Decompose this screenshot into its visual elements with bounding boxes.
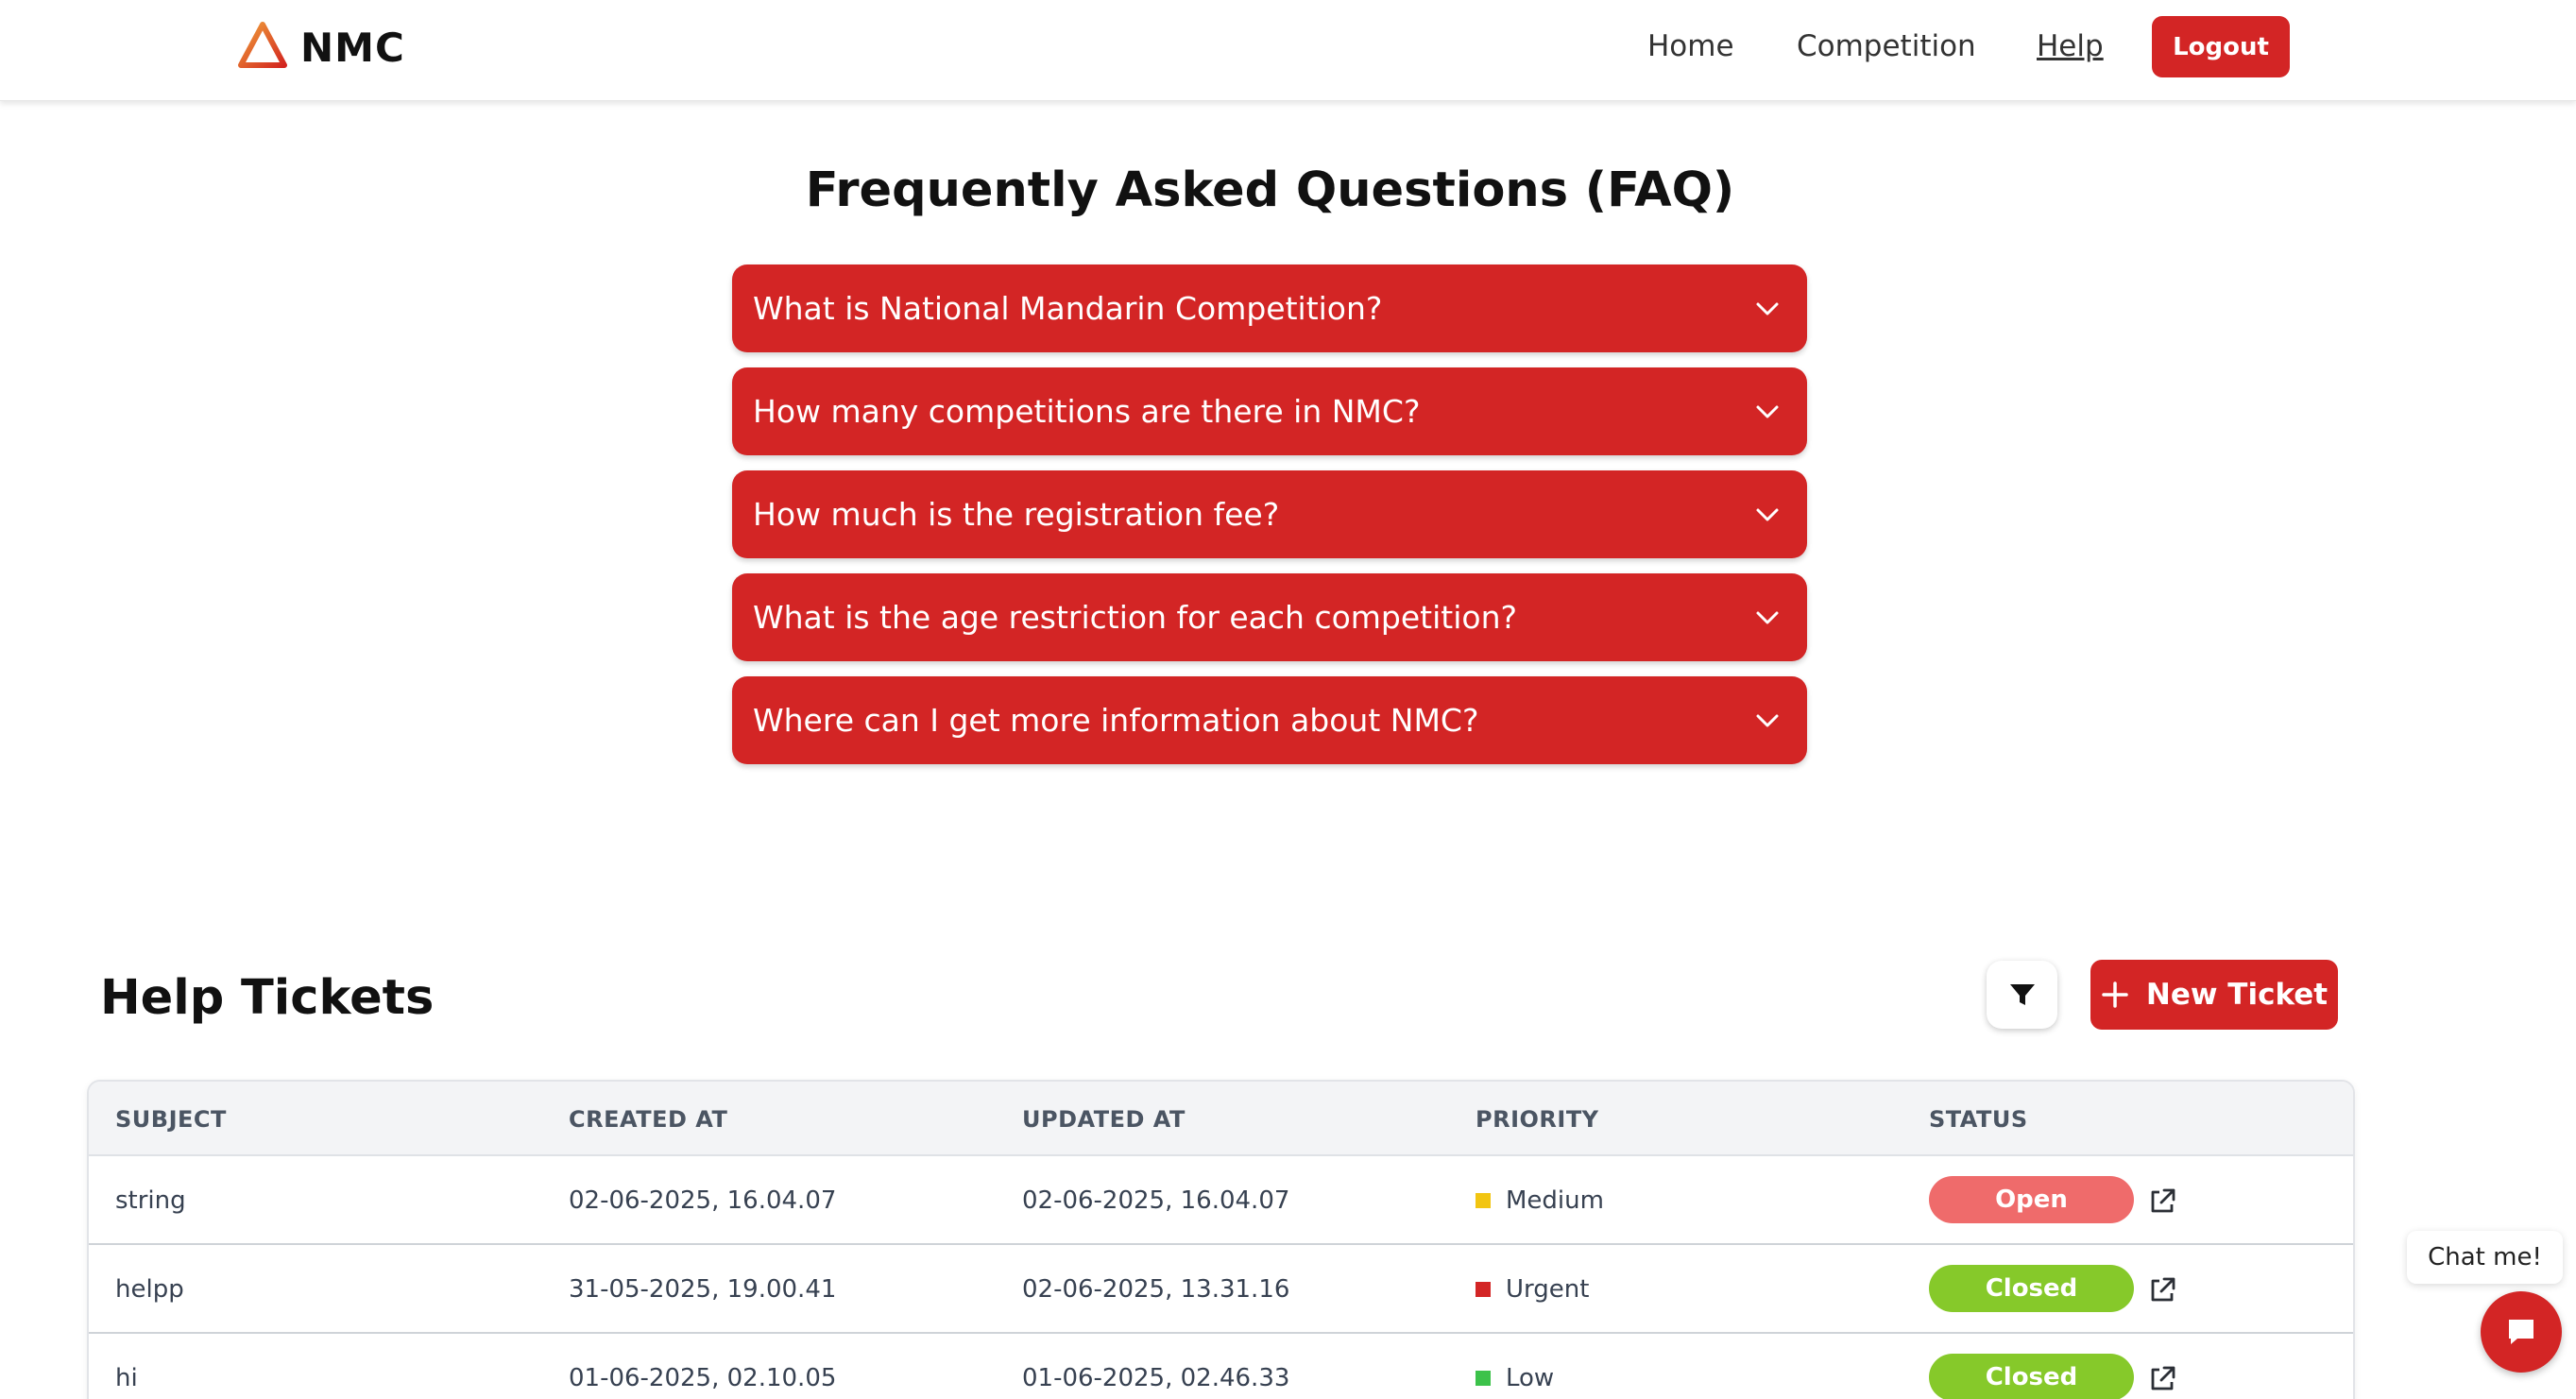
ticket-updated-at: 02-06-2025, 16.04.07 bbox=[1022, 1186, 1290, 1215]
new-ticket-label: New Ticket bbox=[2145, 978, 2329, 1012]
chat-label[interactable]: Chat me! bbox=[2407, 1231, 2563, 1284]
faq-question: What is the age restriction for each com… bbox=[753, 599, 1518, 636]
ticket-subject: string bbox=[115, 1186, 186, 1215]
chevron-down-icon bbox=[1756, 508, 1779, 520]
table-row[interactable]: helpp 31-05-2025, 19.00.41 02-06-2025, 1… bbox=[89, 1245, 2353, 1334]
faq-question: What is National Mandarin Competition? bbox=[753, 290, 1383, 327]
external-link-icon[interactable] bbox=[2146, 1274, 2178, 1306]
column-header-priority: PRIORITY bbox=[1476, 1106, 1599, 1133]
chat-bubble-icon bbox=[2509, 1320, 2533, 1344]
tickets-table: SUBJECT CREATED AT UPDATED AT PRIORITY S… bbox=[87, 1080, 2355, 1399]
priority-label: Medium bbox=[1506, 1186, 1604, 1215]
logout-button[interactable]: Logout bbox=[2152, 16, 2290, 77]
priority-label: Urgent bbox=[1506, 1275, 1590, 1304]
table-row[interactable]: string 02-06-2025, 16.04.07 02-06-2025, … bbox=[89, 1156, 2353, 1245]
brand-name: NMC bbox=[300, 24, 405, 71]
triangle-logo-icon bbox=[238, 21, 287, 74]
chevron-down-icon bbox=[1756, 302, 1779, 315]
faq-title: Frequently Asked Questions (FAQ) bbox=[805, 162, 1735, 218]
ticket-updated-at: 01-06-2025, 02.46.33 bbox=[1022, 1364, 1290, 1392]
priority-indicator bbox=[1476, 1193, 1491, 1208]
nav-competition-link[interactable]: Competition bbox=[1797, 29, 1976, 63]
ticket-created-at: 02-06-2025, 16.04.07 bbox=[569, 1186, 837, 1215]
nav-help-link[interactable]: Help bbox=[2037, 29, 2104, 63]
faq-question: Where can I get more information about N… bbox=[753, 702, 1479, 739]
priority-indicator bbox=[1476, 1282, 1491, 1297]
column-header-subject: SUBJECT bbox=[115, 1106, 227, 1133]
faq-item[interactable]: What is National Mandarin Competition? bbox=[732, 264, 1807, 352]
faq-item[interactable]: Where can I get more information about N… bbox=[732, 676, 1807, 764]
ticket-priority: Medium bbox=[1476, 1186, 1604, 1215]
ticket-subject: hi bbox=[115, 1364, 138, 1392]
ticket-updated-at: 02-06-2025, 13.31.16 bbox=[1022, 1275, 1290, 1304]
tickets-title: Help Tickets bbox=[100, 970, 435, 1026]
priority-indicator bbox=[1476, 1371, 1491, 1386]
ticket-priority: Urgent bbox=[1476, 1275, 1589, 1304]
faq-item[interactable]: How many competitions are there in NMC? bbox=[732, 367, 1807, 455]
faq-question: How much is the registration fee? bbox=[753, 496, 1280, 533]
column-header-updated-at: UPDATED AT bbox=[1022, 1106, 1186, 1133]
filter-icon bbox=[2009, 984, 2035, 1005]
top-navbar: NMC Home Competition Help Logout bbox=[0, 0, 2576, 101]
faq-item[interactable]: What is the age restriction for each com… bbox=[732, 573, 1807, 661]
status-badge: Closed bbox=[1929, 1354, 2134, 1399]
external-link-icon[interactable] bbox=[2146, 1186, 2178, 1218]
chevron-down-icon bbox=[1756, 714, 1779, 726]
ticket-created-at: 31-05-2025, 19.00.41 bbox=[569, 1275, 837, 1304]
ticket-created-at: 01-06-2025, 02.10.05 bbox=[569, 1364, 837, 1392]
status-badge: Open bbox=[1929, 1176, 2134, 1223]
table-header: SUBJECT CREATED AT UPDATED AT PRIORITY S… bbox=[89, 1082, 2353, 1156]
ticket-priority: Low bbox=[1476, 1364, 1554, 1392]
chevron-down-icon bbox=[1756, 405, 1779, 418]
table-row[interactable]: hi 01-06-2025, 02.10.05 01-06-2025, 02.4… bbox=[89, 1334, 2353, 1399]
brand[interactable]: NMC bbox=[238, 21, 405, 74]
external-link-icon[interactable] bbox=[2146, 1363, 2178, 1395]
status-badge: Closed bbox=[1929, 1265, 2134, 1312]
priority-label: Low bbox=[1506, 1364, 1555, 1392]
chat-button[interactable] bbox=[2481, 1291, 2562, 1373]
filter-button[interactable] bbox=[1987, 961, 2057, 1029]
chevron-down-icon bbox=[1756, 611, 1779, 623]
new-ticket-button[interactable]: New Ticket bbox=[2090, 960, 2338, 1030]
faq-item[interactable]: How much is the registration fee? bbox=[732, 470, 1807, 558]
ticket-subject: helpp bbox=[115, 1275, 184, 1304]
column-header-created-at: CREATED AT bbox=[569, 1106, 728, 1133]
plus-icon bbox=[2102, 981, 2128, 1008]
column-header-status: STATUS bbox=[1929, 1106, 2028, 1133]
faq-question: How many competitions are there in NMC? bbox=[753, 393, 1421, 430]
nav-home-link[interactable]: Home bbox=[1647, 29, 1734, 63]
